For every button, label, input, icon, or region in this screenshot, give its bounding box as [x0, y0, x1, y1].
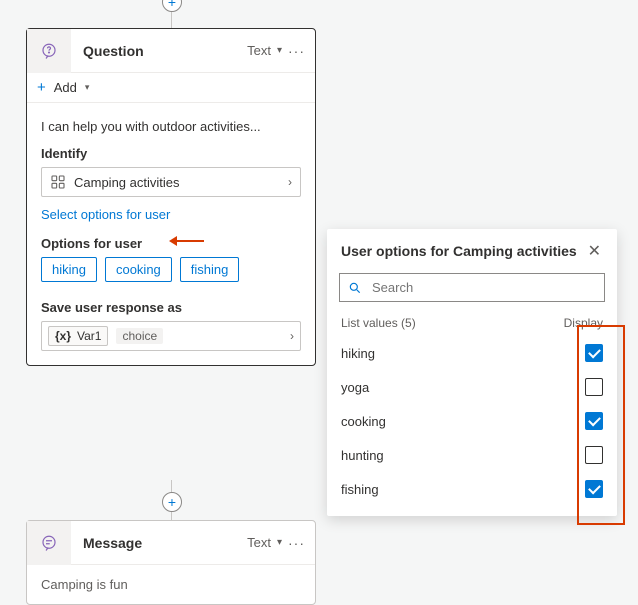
option-row: hiking [341, 336, 603, 370]
variable-type: choice [116, 328, 163, 344]
question-text-type[interactable]: Text [247, 43, 271, 58]
question-card-header: Question Text ▾ ··· [27, 29, 315, 73]
option-chip[interactable]: hiking [41, 257, 97, 282]
user-options-flyout: User options for Camping activities ✕ Li… [327, 229, 617, 516]
options-list: hiking yoga cooking hunting fishing [327, 336, 617, 506]
message-icon [27, 521, 71, 565]
message-text-type[interactable]: Text [247, 535, 271, 550]
question-more-button[interactable]: ··· [288, 43, 305, 59]
variable-name: Var1 [77, 329, 101, 343]
list-values-header: List values (5) [341, 316, 564, 330]
variable-picker[interactable]: {x} Var1 choice › [41, 321, 301, 351]
option-label: fishing [341, 482, 585, 497]
options-chips: hiking cooking fishing [41, 257, 301, 282]
chevron-down-icon[interactable]: ▾ [277, 537, 282, 548]
question-card: Question Text ▾ ··· + Add ▾ I can help y… [26, 28, 316, 366]
variable-token: {x} Var1 [48, 326, 108, 346]
add-label: Add [54, 80, 77, 95]
message-card: Message Text ▾ ··· Camping is fun [26, 520, 316, 605]
question-icon [27, 29, 71, 73]
message-title: Message [71, 535, 247, 551]
add-button[interactable]: + Add ▾ [27, 73, 315, 103]
option-row: yoga [341, 370, 603, 404]
search-box[interactable] [339, 273, 605, 302]
identify-value: Camping activities [74, 175, 180, 190]
select-options-link[interactable]: Select options for user [41, 207, 170, 222]
display-checkbox[interactable] [585, 344, 603, 362]
question-prompt: I can help you with outdoor activities..… [41, 119, 301, 134]
message-card-header: Message Text ▾ ··· [27, 521, 315, 565]
close-icon[interactable]: ✕ [586, 241, 603, 261]
identify-picker[interactable]: Camping activities › [41, 167, 301, 197]
search-icon [348, 281, 362, 295]
question-title: Question [71, 43, 247, 59]
option-label: hiking [341, 346, 585, 361]
chevron-right-icon: › [288, 175, 292, 189]
option-chip[interactable]: cooking [105, 257, 172, 282]
add-node-middle[interactable]: + [162, 492, 182, 512]
display-checkbox[interactable] [585, 412, 603, 430]
option-label: cooking [341, 414, 585, 429]
display-header: Display [564, 316, 603, 330]
flyout-title: User options for Camping activities [341, 243, 586, 259]
save-label: Save user response as [41, 300, 301, 315]
option-label: yoga [341, 380, 585, 395]
option-row: hunting [341, 438, 603, 472]
option-row: fishing [341, 472, 603, 506]
message-more-button[interactable]: ··· [288, 535, 305, 551]
chevron-down-icon: ▾ [85, 82, 90, 93]
add-node-top[interactable]: + [162, 0, 182, 12]
chevron-down-icon[interactable]: ▾ [277, 45, 282, 56]
display-checkbox[interactable] [585, 446, 603, 464]
plus-icon: + [37, 79, 46, 96]
options-label: Options for user [41, 236, 301, 251]
display-checkbox[interactable] [585, 378, 603, 396]
identify-label: Identify [41, 146, 301, 161]
display-checkbox[interactable] [585, 480, 603, 498]
search-input[interactable] [370, 279, 596, 296]
option-chip[interactable]: fishing [180, 257, 240, 282]
chevron-right-icon: › [290, 329, 294, 343]
message-body: Camping is fun [27, 565, 315, 604]
option-label: hunting [341, 448, 585, 463]
entity-icon [50, 174, 66, 190]
option-row: cooking [341, 404, 603, 438]
